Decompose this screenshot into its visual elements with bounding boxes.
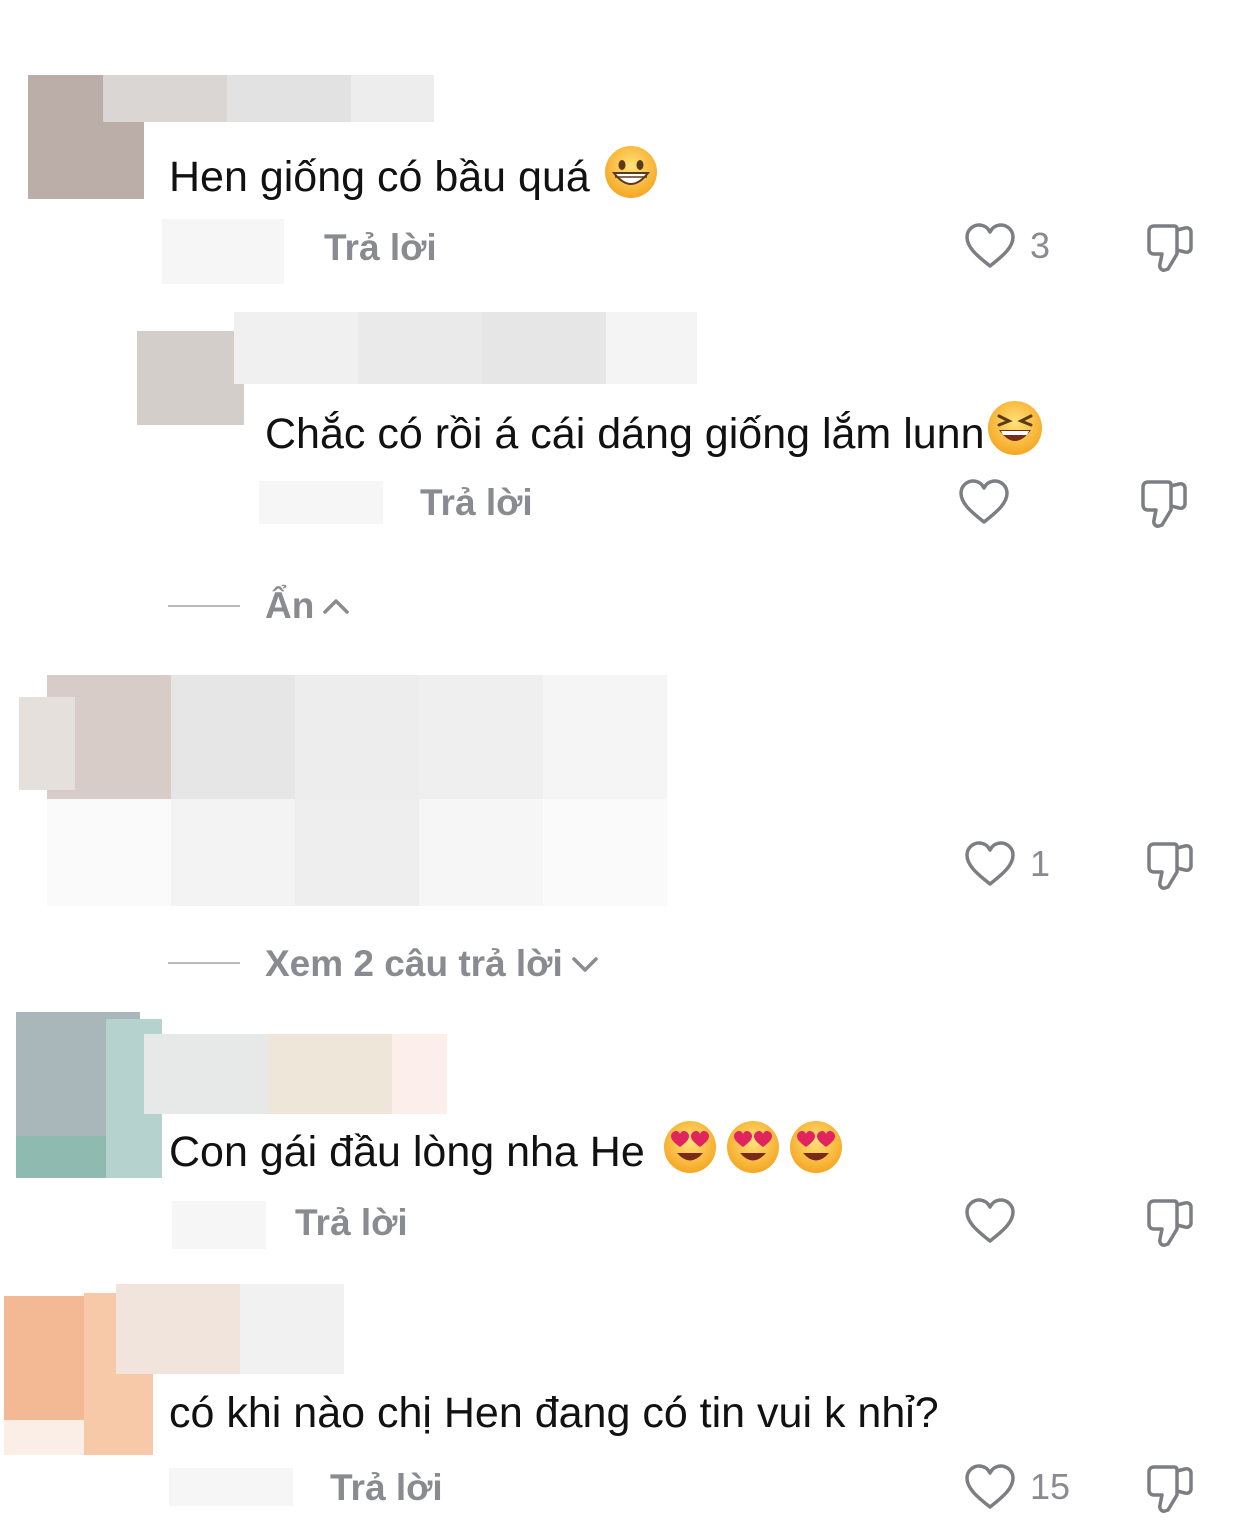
view-replies-label: Xem 2 câu trả lời (265, 943, 563, 984)
content-redacted-6 (171, 799, 295, 906)
username-redacted-2 (268, 1034, 392, 1114)
username-redacted-4 (606, 312, 697, 384)
reply-button[interactable]: Trả lời (330, 1466, 443, 1510)
username-redacted-2 (240, 1284, 344, 1374)
comment-text: Hen giống có bầu quá (169, 145, 658, 211)
reply-button[interactable]: Trả lời (420, 481, 533, 525)
reply-button[interactable]: Trả lời (295, 1201, 408, 1245)
comment-text-content: Hen giống có bầu quá (169, 153, 590, 201)
dislike-button[interactable] (1138, 478, 1190, 535)
dislike-button[interactable] (1144, 1197, 1196, 1254)
content-redacted-3 (419, 675, 543, 799)
timestamp-redacted (169, 1468, 293, 1506)
username-redacted[interactable] (103, 75, 227, 122)
thumbs-down-icon (1147, 224, 1193, 272)
laughing-face-emoji-icon (987, 400, 1043, 468)
avatar[interactable] (137, 331, 244, 425)
username-redacted-2 (358, 312, 482, 384)
heart-icon (959, 479, 1009, 524)
hide-replies-button[interactable]: Ẩn (265, 584, 350, 628)
username-redacted-3 (351, 75, 434, 122)
like-count: 15 (1030, 1466, 1071, 1507)
comment-text: Chắc có rồi á cái dáng giống lắm lunn (265, 400, 1043, 468)
thumbs-down-icon (1147, 842, 1193, 890)
like-button[interactable]: 3 (964, 222, 1050, 270)
avatar-overlay (19, 697, 75, 790)
username-redacted-3 (392, 1034, 447, 1114)
username-redacted-2 (227, 75, 351, 122)
timestamp-redacted (172, 1201, 266, 1249)
content-redacted (171, 675, 295, 799)
thread-divider (168, 962, 240, 964)
thumbs-down-icon (1147, 1465, 1193, 1513)
content-redacted-2 (295, 675, 419, 799)
timestamp-redacted (259, 481, 383, 524)
like-button[interactable]: 15 (964, 1463, 1070, 1511)
like-count: 3 (1030, 225, 1051, 266)
dislike-button[interactable] (1144, 840, 1196, 897)
hide-replies-label: Ẩn (265, 585, 315, 626)
username-redacted[interactable] (234, 312, 358, 384)
timestamp-redacted (162, 219, 284, 284)
content-redacted-7 (295, 799, 419, 906)
chevron-up-icon (323, 599, 350, 614)
like-count: 1 (1030, 843, 1051, 884)
heart-icon (965, 223, 1015, 268)
heart-icon (965, 1198, 1015, 1243)
username-redacted-3 (482, 312, 606, 384)
chevron-down-icon (572, 957, 598, 972)
heart-eyes-emoji-icon (663, 1120, 717, 1186)
like-button[interactable]: 1 (964, 840, 1050, 888)
comment-text: Con gái đầu lòng nha He (169, 1120, 843, 1186)
like-button[interactable] (958, 478, 1010, 526)
username-redacted[interactable] (144, 1034, 268, 1114)
view-replies-button[interactable]: Xem 2 câu trả lời (265, 942, 599, 986)
comment-text: có khi nào chị Hen đang có tin vui k nhỉ… (169, 1389, 939, 1437)
heart-icon (965, 841, 1015, 886)
content-redacted-4 (543, 675, 667, 799)
content-redacted-9 (543, 799, 667, 906)
reply-button[interactable]: Trả lời (324, 226, 437, 270)
like-button[interactable] (964, 1197, 1016, 1245)
content-redacted-5 (47, 799, 171, 906)
content-redacted-8 (419, 799, 543, 906)
dislike-button[interactable] (1144, 222, 1196, 279)
comment-text-content: Chắc có rồi á cái dáng giống lắm lunn (265, 410, 985, 458)
heart-eyes-emoji-icon (726, 1120, 780, 1186)
thumbs-down-icon (1147, 1199, 1193, 1247)
grinning-face-emoji-icon (604, 145, 658, 211)
dislike-button[interactable] (1144, 1463, 1196, 1520)
thumbs-down-icon (1141, 480, 1187, 528)
username-redacted[interactable] (116, 1284, 240, 1374)
heart-eyes-emoji-icon (789, 1120, 843, 1186)
comment-text-content: Con gái đầu lòng nha He (169, 1128, 645, 1176)
thread-divider (168, 605, 240, 607)
heart-icon (965, 1464, 1015, 1509)
